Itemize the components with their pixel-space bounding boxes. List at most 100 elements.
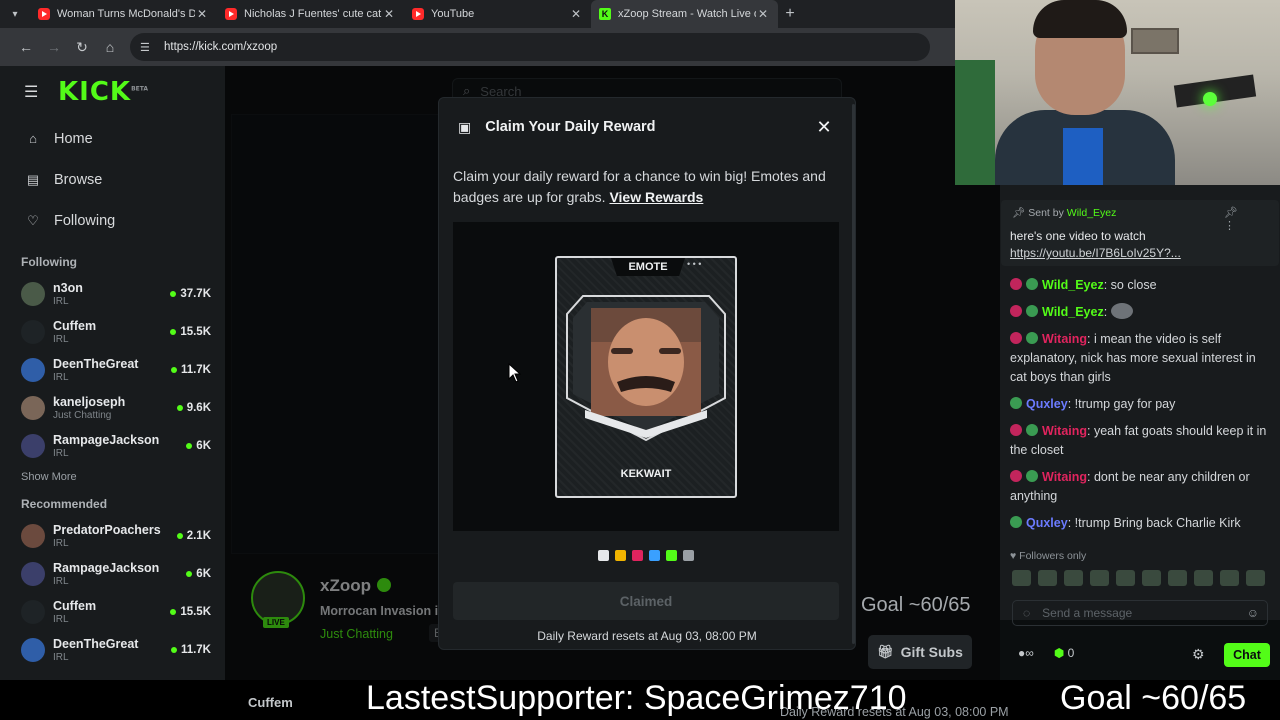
pin-actions[interactable]: 📌︎⋮ [1224, 206, 1280, 232]
close-tab-icon[interactable]: ✕ [756, 7, 770, 21]
recommended-channel-predatorpoachers[interactable]: PredatorPoachers IRL 2.1K [0, 517, 225, 555]
emote-icon [1064, 570, 1083, 586]
modal-header: ▣ Claim Your Daily Reward [439, 98, 855, 156]
rarity-swatches [598, 550, 694, 561]
viewer-count: 11.7K [171, 364, 211, 376]
site-settings-icon[interactable]: ☰ [140, 41, 154, 54]
tab-title: YouTube [431, 8, 475, 20]
card-dots-icon: • • • [687, 259, 702, 269]
chat-points[interactable]: ●∞ ⬢ 0 [1018, 646, 1074, 660]
sidebar-item-browse[interactable]: ▤ Browse [0, 159, 225, 200]
view-rewards-link[interactable]: View Rewards [609, 189, 703, 205]
pinned-link[interactable]: https://youtu.be/I7B6LoIv25Y?... [1010, 245, 1181, 262]
sidebar-item-label: Browse [54, 171, 103, 188]
address-bar[interactable]: ☰ https://kick.com/xzoop [130, 33, 930, 61]
gift-subs-button[interactable]: 🎁︎ Gift Subs [868, 635, 972, 669]
chat-message: Quxley: !trump Bring back Charlie Kirk [1010, 514, 1272, 533]
goal-overlay-text: Goal ~60/65 [861, 594, 971, 616]
webcam-person-hair [1033, 0, 1127, 38]
viewer-count: 6K [186, 440, 211, 452]
following-channel-kaneljoseph[interactable]: kaneljoseph Just Chatting 9.6K [0, 389, 225, 427]
emote-icon [1168, 570, 1187, 586]
close-tab-icon[interactable]: ✕ [195, 7, 209, 21]
badge-icon [1026, 332, 1038, 344]
pinned-text: here's one video to watch https://youtu.… [1010, 229, 1181, 262]
channel-name: RampageJackson [53, 433, 160, 447]
close-tab-icon[interactable]: ✕ [569, 7, 583, 21]
following-channel-rampagejackson[interactable]: RampageJackson IRL 6K [0, 427, 225, 465]
swatch-gold [615, 550, 626, 561]
home-icon[interactable]: ⌂ [96, 39, 124, 55]
emote-name: KEKWAIT [620, 468, 672, 480]
chat-input[interactable]: ◌ Send a message ☺ [1012, 600, 1268, 626]
recommended-channel-cuffem[interactable]: Cuffem IRL 15.5K [0, 593, 225, 631]
channel-category: IRL [53, 614, 69, 625]
channel-category: IRL [53, 296, 69, 307]
chat-messages: Wild_Eyez: so close Wild_Eyez: Witaing: … [1010, 276, 1272, 541]
sub-badge-icon [1010, 424, 1022, 436]
chat-input-placeholder: Send a message [1042, 606, 1133, 620]
sidebar-item-label: Home [54, 130, 93, 147]
new-tab-button[interactable]: + [778, 5, 802, 23]
chat-message: Wild_Eyez: so close [1010, 276, 1272, 295]
youtube-icon [38, 8, 50, 20]
shield-icon: ◌ [1023, 606, 1031, 620]
viewer-count: 9.6K [177, 402, 211, 414]
webcam-mic-light [1203, 92, 1217, 106]
badge-icon [1010, 397, 1022, 409]
browser-tab[interactable]: YouTube ✕ [404, 0, 591, 28]
chat-message: Quxley: !trump gay for pay [1010, 395, 1272, 414]
avatar [21, 562, 45, 586]
emote-icon [1142, 570, 1161, 586]
channel-name: RampageJackson [53, 561, 160, 575]
channel-category: IRL [53, 448, 69, 459]
reset-time-text: Daily Reward resets at Aug 03, 08:00 PM [537, 629, 757, 643]
forward-icon[interactable]: → [40, 39, 68, 55]
recommended-channel-rampagejackson[interactable]: RampageJackson IRL 6K [0, 555, 225, 593]
modal-scrollbar[interactable] [852, 104, 855, 644]
chat-message: Witaing: dont be near any children or an… [1010, 470, 1250, 503]
pinned-sender: 📌︎ Sent by Wild_Eyez [1012, 207, 1117, 219]
chat-send-button[interactable]: Chat [1224, 643, 1270, 667]
badge-icon [1026, 424, 1038, 436]
goal-text: Goal ~60/65 [1060, 679, 1247, 717]
viewer-count: 37.7K [170, 288, 211, 300]
sidebar-item-label: Following [54, 212, 116, 229]
logo-row: ☰ KICKBETA [0, 66, 225, 118]
chat-username: Quxley [1026, 397, 1068, 411]
show-more-link[interactable]: Show More [0, 471, 225, 483]
emoji-icon[interactable]: ☺ [1247, 606, 1259, 620]
kick-logo[interactable]: KICKBETA [58, 77, 148, 107]
browser-tab[interactable]: Woman Turns McDonald's Drive ✕ [30, 0, 217, 28]
claimed-button[interactable]: Claimed [453, 582, 839, 620]
following-channel-deenthegreat[interactable]: DeenTheGreat IRL 11.7K [0, 351, 225, 389]
reload-icon[interactable]: ↻ [68, 39, 96, 56]
viewer-count: 15.5K [170, 326, 211, 338]
menu-icon[interactable]: ☰ [24, 82, 40, 102]
gift-icon: ▣ [458, 118, 472, 135]
tab-title: xZoop Stream - Watch Live on K [618, 8, 756, 20]
emote-strip[interactable] [1012, 570, 1270, 586]
sub-badge-icon [1010, 332, 1022, 344]
close-tab-icon[interactable]: ✕ [382, 7, 396, 21]
sub-badge-icon [1010, 278, 1022, 290]
tab-search-icon[interactable]: ▾ [0, 0, 30, 28]
back-icon[interactable]: ← [12, 39, 40, 55]
sidebar-item-home[interactable]: ⌂ Home [0, 118, 225, 159]
following-channel-n3on[interactable]: n3on IRL 37.7K [0, 275, 225, 313]
avatar [21, 358, 45, 382]
viewer-count: 11.7K [171, 644, 211, 656]
tab-title: Woman Turns McDonald's Drive [57, 8, 195, 20]
following-channel-cuffem[interactable]: Cuffem IRL 15.5K [0, 313, 225, 351]
gear-icon[interactable]: ⚙ [1192, 646, 1205, 663]
channel-category: IRL [53, 652, 69, 663]
chat-message: Witaing: yeah fat goats should keep it i… [1010, 424, 1267, 457]
reward-card: EMOTE • • • KEKWAIT [555, 256, 737, 498]
overlay-ghost-channel: Cuffem [248, 695, 293, 710]
sidebar-item-following[interactable]: ♡ Following [0, 200, 225, 241]
close-icon[interactable]: ✕ [815, 118, 833, 136]
recommended-channel-deenthegreat[interactable]: DeenTheGreat IRL 11.7K [0, 631, 225, 669]
tab-title: Nicholas J Fuentes' cute catboy [244, 8, 382, 20]
browser-tab[interactable]: Nicholas J Fuentes' cute catboy ✕ [217, 0, 404, 28]
browser-tab-active[interactable]: xZoop Stream - Watch Live on K ✕ [591, 0, 778, 28]
